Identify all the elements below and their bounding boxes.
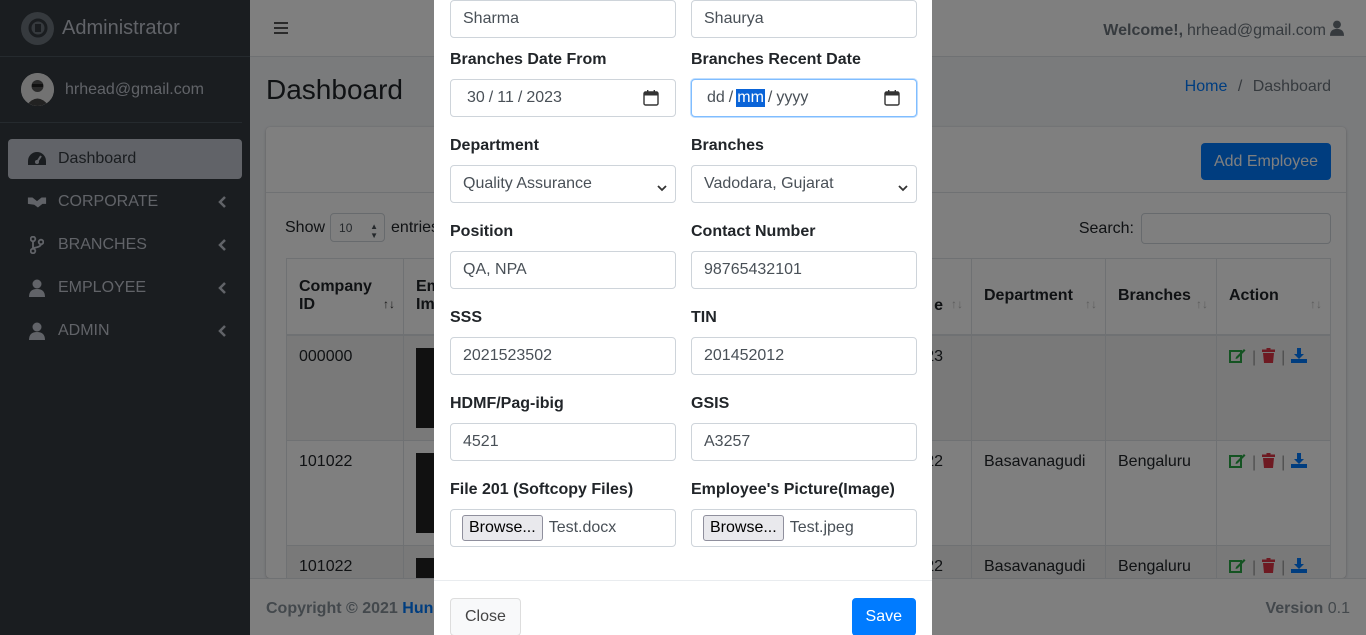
hdmf-value: 4521 xyxy=(463,433,499,450)
date-sep: / xyxy=(517,89,523,106)
file201-browse-button[interactable]: Browse... xyxy=(462,515,543,541)
position-value: QA, NPA xyxy=(463,261,527,278)
file201-input[interactable]: Browse... Test.docx xyxy=(450,509,676,547)
file201-label: File 201 (Softcopy Files) xyxy=(450,481,634,498)
date-month: 11 xyxy=(497,89,514,106)
first-name-input[interactable]: Shaurya xyxy=(691,0,917,38)
date-sep: / xyxy=(488,89,494,106)
calendar-icon[interactable] xyxy=(643,90,659,111)
hdmf-label: HDMF/Pag-ibig xyxy=(450,395,564,412)
edit-employee-modal: Sharma Shaurya Branches Date From 30/11/… xyxy=(434,0,932,635)
date-sep: / xyxy=(728,89,734,106)
branches-label: Branches xyxy=(691,137,764,154)
date-year: yyyy xyxy=(776,89,809,106)
picture-browse-button[interactable]: Browse... xyxy=(703,515,784,541)
date-sep: / xyxy=(767,89,773,106)
last-name-value: Sharma xyxy=(463,10,520,27)
close-button[interactable]: Close xyxy=(450,598,521,635)
contact-label: Contact Number xyxy=(691,223,816,240)
branches-selected: Vadodara, Gujarat xyxy=(704,175,834,192)
recent-date-label: Branches Recent Date xyxy=(691,51,861,68)
modal-body: Sharma Shaurya Branches Date From 30/11/… xyxy=(434,0,932,580)
last-name-input[interactable]: Sharma xyxy=(450,0,676,38)
sss-label: SSS xyxy=(450,309,483,326)
tin-label: TIN xyxy=(691,309,717,326)
chevron-down-icon xyxy=(657,179,667,197)
gsis-label: GSIS xyxy=(691,395,730,412)
date-from-label: Branches Date From xyxy=(450,51,607,68)
department-select[interactable]: Quality Assurance xyxy=(450,165,676,203)
gsis-input[interactable]: A3257 xyxy=(691,423,917,461)
branches-select[interactable]: Vadodara, Gujarat xyxy=(691,165,917,203)
tin-input[interactable]: 201452012 xyxy=(691,337,917,375)
tin-value: 201452012 xyxy=(704,347,785,364)
sss-value: 2021523502 xyxy=(463,347,552,364)
contact-value: 98765432101 xyxy=(704,261,802,278)
recent-date-input[interactable]: dd / mm / yyyy xyxy=(691,79,917,117)
contact-input[interactable]: 98765432101 xyxy=(691,251,917,289)
department-selected: Quality Assurance xyxy=(463,175,592,192)
date-month: mm xyxy=(736,89,765,107)
file201-filename: Test.docx xyxy=(548,519,617,536)
date-year: 2023 xyxy=(526,89,562,106)
gsis-value: A3257 xyxy=(704,433,751,450)
department-label: Department xyxy=(450,137,539,154)
calendar-icon[interactable] xyxy=(884,90,900,111)
date-day: dd xyxy=(707,89,725,106)
date-from-input[interactable]: 30/11/2023 xyxy=(450,79,676,117)
position-input[interactable]: QA, NPA xyxy=(450,251,676,289)
hdmf-input[interactable]: 4521 xyxy=(450,423,676,461)
first-name-value: Shaurya xyxy=(704,10,764,27)
date-day: 30 xyxy=(467,89,485,106)
picture-filename: Test.jpeg xyxy=(789,519,854,536)
position-label: Position xyxy=(450,223,514,240)
sss-input[interactable]: 2021523502 xyxy=(450,337,676,375)
picture-label: Employee's Picture(Image) xyxy=(691,481,895,498)
save-button[interactable]: Save xyxy=(851,598,916,635)
picture-input[interactable]: Browse... Test.jpeg xyxy=(691,509,917,547)
modal-footer: Close Save xyxy=(434,580,932,635)
chevron-down-icon xyxy=(898,179,908,197)
